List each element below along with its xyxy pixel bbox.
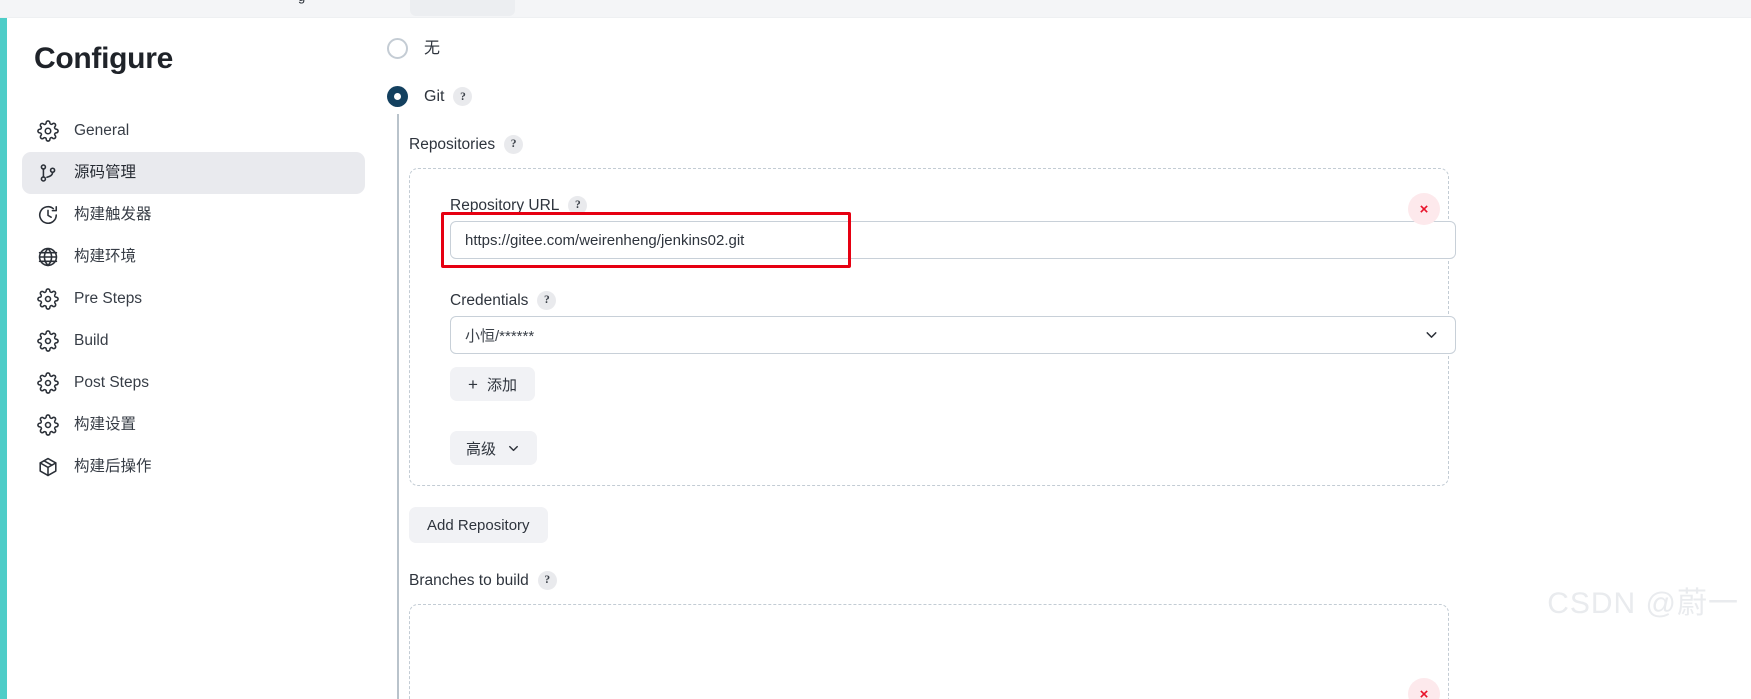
sidebar-item-label: Pre Steps xyxy=(74,290,143,308)
configure-sidebar: Configure General 源码管理 构建触发器 构建环境 Pre St… xyxy=(7,18,387,699)
sidebar-item-build[interactable]: Build xyxy=(22,320,365,362)
credentials-label-row: Credentials ? xyxy=(450,291,557,310)
add-credentials-button[interactable]: + 添加 xyxy=(450,367,535,401)
branches-block xyxy=(409,604,1449,699)
sidebar-item-build-triggers[interactable]: 构建触发器 xyxy=(22,194,365,236)
jenkins-configure-page: g Configure General xyxy=(0,0,1751,699)
gear-icon xyxy=(36,119,60,143)
gear-icon xyxy=(36,287,60,311)
header-partial-glyph: g xyxy=(298,0,312,4)
radio-dot xyxy=(394,93,401,100)
sidebar-item-label: 构建后操作 xyxy=(74,458,152,476)
repository-block: Repository URL ? Credentials ? 小恒/******… xyxy=(409,168,1456,486)
repository-url-label-row: Repository URL ? xyxy=(450,196,588,215)
git-section-guide-line xyxy=(397,114,399,699)
clock-icon xyxy=(36,203,60,227)
scm-option-label: Git xyxy=(424,87,445,105)
plus-icon: + xyxy=(468,374,478,394)
sidebar-item-build-settings[interactable]: 构建设置 xyxy=(22,404,365,446)
branches-label: Branches to build xyxy=(409,571,529,589)
credentials-select[interactable]: 小恒/****** xyxy=(450,316,1456,354)
scm-main-panel: 无 Git ? Repositories ? Repository URL ? xyxy=(387,18,1751,699)
sidebar-item-label: 构建设置 xyxy=(74,416,137,434)
sidebar-item-label: General xyxy=(74,122,130,140)
page-header-strip: g xyxy=(0,0,1751,18)
radio-unchecked-icon xyxy=(387,38,408,59)
advanced-toggle-button[interactable]: 高级 xyxy=(450,431,538,465)
gear-icon xyxy=(36,413,60,437)
repositories-label: Repositories xyxy=(409,135,496,153)
help-icon[interactable]: ? xyxy=(537,291,557,310)
delete-repository-button[interactable]: × xyxy=(1408,193,1440,225)
help-icon[interactable]: ? xyxy=(504,135,524,154)
repositories-label-row: Repositories ? xyxy=(409,135,524,154)
gear-icon xyxy=(36,371,60,395)
radio-checked-icon xyxy=(387,86,408,107)
credentials-label: Credentials xyxy=(450,291,529,309)
accent-rail xyxy=(0,18,7,699)
sidebar-item-label: 源码管理 xyxy=(74,164,137,182)
sidebar-item-post-build-actions[interactable]: 构建后操作 xyxy=(22,446,365,488)
sidebar-item-general[interactable]: General xyxy=(22,110,365,152)
close-icon: × xyxy=(1419,685,1429,699)
add-repository-button[interactable]: Add Repository xyxy=(409,507,548,543)
scm-option-label: 无 xyxy=(424,39,441,57)
sidebar-item-label: Post Steps xyxy=(74,374,149,392)
help-icon[interactable]: ? xyxy=(568,196,588,215)
sidebar-item-pre-steps[interactable]: Pre Steps xyxy=(22,278,365,320)
sidebar-item-label: 构建环境 xyxy=(74,248,137,266)
header-partial-chip xyxy=(410,0,515,16)
scm-option-git[interactable]: Git ? xyxy=(387,86,473,107)
credentials-select-value: 小恒/****** xyxy=(450,316,1456,354)
gear-icon xyxy=(36,329,60,353)
branches-label-row: Branches to build ? xyxy=(409,571,557,590)
advanced-label: 高级 xyxy=(466,440,497,458)
sidebar-item-post-steps[interactable]: Post Steps xyxy=(22,362,365,404)
help-icon[interactable]: ? xyxy=(537,571,557,590)
page-title: Configure xyxy=(34,42,173,75)
sidebar-nav: General 源码管理 构建触发器 构建环境 Pre Steps Build … xyxy=(22,110,365,488)
globe-icon xyxy=(36,245,60,269)
package-icon xyxy=(36,455,60,479)
sidebar-item-label: 构建触发器 xyxy=(74,206,152,224)
branch-icon xyxy=(36,161,60,185)
scm-option-none[interactable]: 无 xyxy=(387,38,440,59)
sidebar-item-scm[interactable]: 源码管理 xyxy=(22,152,365,194)
sidebar-item-build-environment[interactable]: 构建环境 xyxy=(22,236,365,278)
chevron-down-icon xyxy=(506,441,521,456)
help-icon[interactable]: ? xyxy=(453,87,473,106)
close-icon: × xyxy=(1419,200,1429,218)
repository-url-label: Repository URL xyxy=(450,196,560,214)
sidebar-item-label: Build xyxy=(74,332,109,350)
add-credentials-label: 添加 xyxy=(486,376,517,394)
add-repository-label: Add Repository xyxy=(427,516,530,534)
repository-url-input[interactable] xyxy=(450,221,1456,259)
